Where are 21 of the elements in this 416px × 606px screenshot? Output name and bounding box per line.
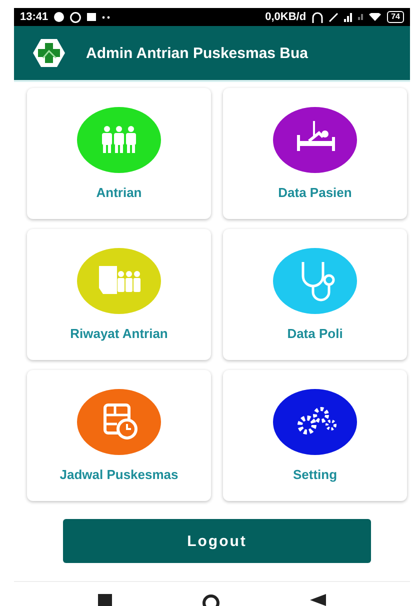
- app-title: Admin Antrian Puskesmas Bua: [86, 44, 308, 62]
- menu-card[interactable]: Setting: [223, 370, 407, 501]
- monitor-icon: [87, 13, 96, 22]
- home-icon[interactable]: [202, 594, 220, 606]
- slash-icon: [329, 12, 338, 22]
- medical-cross-logo: [32, 38, 66, 68]
- signal-icon: [358, 14, 364, 20]
- clock-time: 13:41: [20, 11, 48, 24]
- data-speed: 0,0KB/d: [265, 11, 306, 24]
- back-icon[interactable]: [310, 594, 326, 606]
- battery-level: 74: [387, 11, 404, 24]
- signal-icon: [344, 12, 352, 22]
- menu-card[interactable]: Data Pasien: [223, 88, 407, 219]
- menu-card[interactable]: Riwayat Antrian: [27, 229, 211, 360]
- menu-card[interactable]: Antrian: [27, 88, 211, 219]
- menu-card[interactable]: Jadwal Puskesmas: [27, 370, 211, 501]
- wifi-icon: [369, 13, 382, 22]
- headphones-icon: [312, 12, 324, 23]
- logout-button[interactable]: Logout: [63, 519, 371, 563]
- menu-card[interactable]: Data Poli: [223, 229, 407, 360]
- more-icon: [102, 16, 110, 19]
